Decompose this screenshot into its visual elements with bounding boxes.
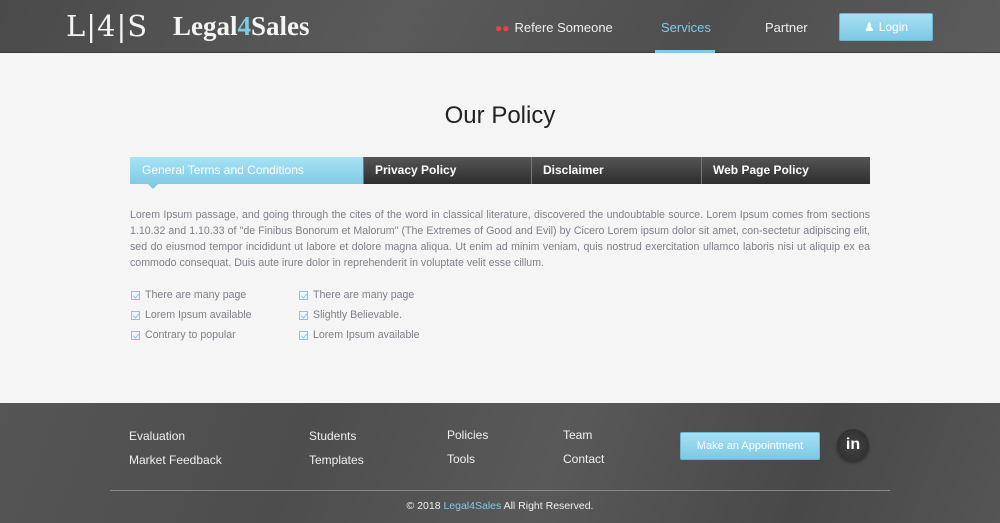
policy-paragraph: Lorem Ipsum passage, and going through t… [130,209,870,269]
tab-disclaimer[interactable]: Disclaimer [531,157,701,184]
footer-link-evaluation[interactable]: Evaluation [129,429,185,443]
tab-web-page-policy[interactable]: Web Page Policy [701,157,870,184]
check-label: There are many page [313,289,415,301]
nav-label: Refere Someone [514,20,613,35]
check-item: Slightly Believable. [299,305,420,325]
footer-link-contact[interactable]: Contact [563,452,604,466]
nav-partner[interactable]: Partner [765,20,808,35]
header: L|4|S Legal4Sales ●● Refere Someone Servi… [0,0,1000,53]
checklist-left: There are many page Lorem Ipsum availabl… [131,285,252,345]
user-icon: ♟ [863,20,875,34]
check-label: Lorem Ipsum available [145,309,252,321]
footer-link-policies[interactable]: Policies [447,428,488,442]
make-appointment-button[interactable]: Make an Appointment [680,432,820,460]
tab-general-terms[interactable]: General Terms and Conditions [130,157,363,189]
linkedin-icon[interactable]: in [837,429,869,461]
logo-mark[interactable]: L|4|S [66,9,148,43]
footer-link-tools[interactable]: Tools [447,452,475,466]
footer-link-templates[interactable]: Templates [309,453,364,467]
page-title: Our Policy [444,102,556,129]
check-item: Lorem Ipsum available [299,325,420,345]
check-label: Lorem Ipsum available [313,329,420,341]
nav-refer-someone[interactable]: ●● Refere Someone [495,20,613,35]
logo-text-a: Legal [173,11,238,41]
footer-link-market-feedback[interactable]: Market Feedback [129,453,222,467]
checkbox-icon [299,330,308,340]
footer-link-students[interactable]: Students [309,429,356,443]
checkbox-icon [299,310,308,320]
logo-text[interactable]: Legal4Sales [173,11,310,42]
check-item: Lorem Ipsum available [131,305,252,325]
checkbox-icon [131,310,140,320]
check-item: There are many page [131,285,252,305]
checklist-right: There are many page Slightly Believable.… [299,285,420,345]
footer-divider [110,490,890,491]
logo-text-b: 4 [237,11,252,41]
copyright-year: © 2018 [406,500,441,512]
check-item: There are many page [299,285,420,305]
check-label: There are many page [145,289,247,301]
login-button[interactable]: ♟ Login [839,13,933,41]
policy-tabs: General Terms and Conditions Privacy Pol… [130,157,870,189]
copyright-text: All Right Reserved. [503,500,594,512]
logo-text-c: Sales [251,11,310,41]
copyright-brand-link[interactable]: Legal4Sales [443,500,501,512]
check-item: Contrary to popular [131,325,252,345]
login-label: Login [878,20,909,34]
checkbox-icon [299,290,308,300]
nav-services[interactable]: Services [661,20,711,35]
copyright: © 2018 Legal4Sales All Right Reserved. [0,500,1000,512]
checkbox-icon [131,290,140,300]
check-label: Contrary to popular [145,329,236,341]
active-nav-indicator [655,50,715,53]
users-icon: ●● [495,21,510,35]
check-label: Slightly Believable. [313,309,402,321]
footer-link-team[interactable]: Team [563,428,592,442]
tab-privacy-policy[interactable]: Privacy Policy [363,157,531,184]
checkbox-icon [131,330,140,340]
